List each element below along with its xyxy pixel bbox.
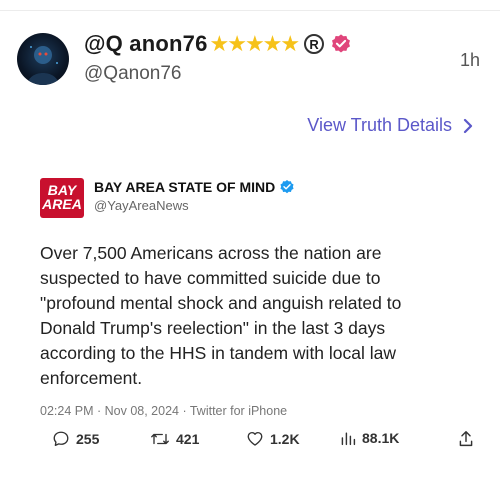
embedded-account-name[interactable]: BAY AREA STATE OF MIND bbox=[94, 179, 295, 195]
heart-icon bbox=[247, 431, 263, 446]
bay-area-logo: BAY AREA bbox=[40, 178, 84, 218]
view-details-label: View Truth Details bbox=[307, 115, 452, 135]
stars: ★★★★★ bbox=[209, 31, 301, 56]
avatar-image bbox=[27, 46, 59, 85]
registered-icon: R bbox=[304, 34, 325, 54]
chevron-right-icon bbox=[463, 118, 473, 133]
user-handle[interactable]: @Qanon76 bbox=[84, 63, 181, 85]
reply-count: 255 bbox=[76, 431, 100, 447]
verified-pink-icon bbox=[332, 34, 351, 53]
like-count: 1.2K bbox=[270, 431, 300, 447]
view-details-link[interactable]: View Truth Details bbox=[307, 115, 474, 136]
embedded-handle[interactable]: @YayAreaNews bbox=[94, 198, 189, 213]
retweet-stat[interactable]: 421 bbox=[150, 430, 199, 448]
retweet-icon bbox=[151, 433, 169, 445]
avatar[interactable] bbox=[17, 33, 69, 85]
embedded-post-meta: 02:24 PM · Nov 08, 2024 · Twitter for iP… bbox=[40, 404, 288, 418]
retweet-count: 421 bbox=[176, 431, 200, 447]
embedded-name-text: BAY AREA STATE OF MIND bbox=[94, 179, 276, 195]
views-icon bbox=[341, 432, 356, 446]
logo-text-bottom: AREA bbox=[41, 196, 82, 212]
engagement-bar: 255 421 1.2K 88.1K bbox=[0, 430, 500, 454]
share-button[interactable] bbox=[458, 430, 480, 448]
views-count: 88.1K bbox=[362, 430, 400, 446]
share-icon bbox=[459, 431, 473, 447]
verified-blue-icon bbox=[280, 180, 294, 194]
reply-stat[interactable]: 255 bbox=[52, 430, 99, 448]
reply-icon bbox=[53, 431, 69, 447]
like-stat[interactable]: 1.2K bbox=[246, 430, 300, 448]
display-name[interactable]: @Q anon76 ★★★★★ R bbox=[84, 31, 352, 57]
embedded-post-text: Over 7,500 Americans across the nation a… bbox=[40, 243, 402, 388]
post-time: 1h bbox=[459, 50, 480, 70]
display-name-text: @Q anon76 bbox=[84, 31, 208, 56]
top-divider bbox=[0, 10, 500, 11]
views-stat[interactable]: 88.1K bbox=[340, 430, 399, 446]
